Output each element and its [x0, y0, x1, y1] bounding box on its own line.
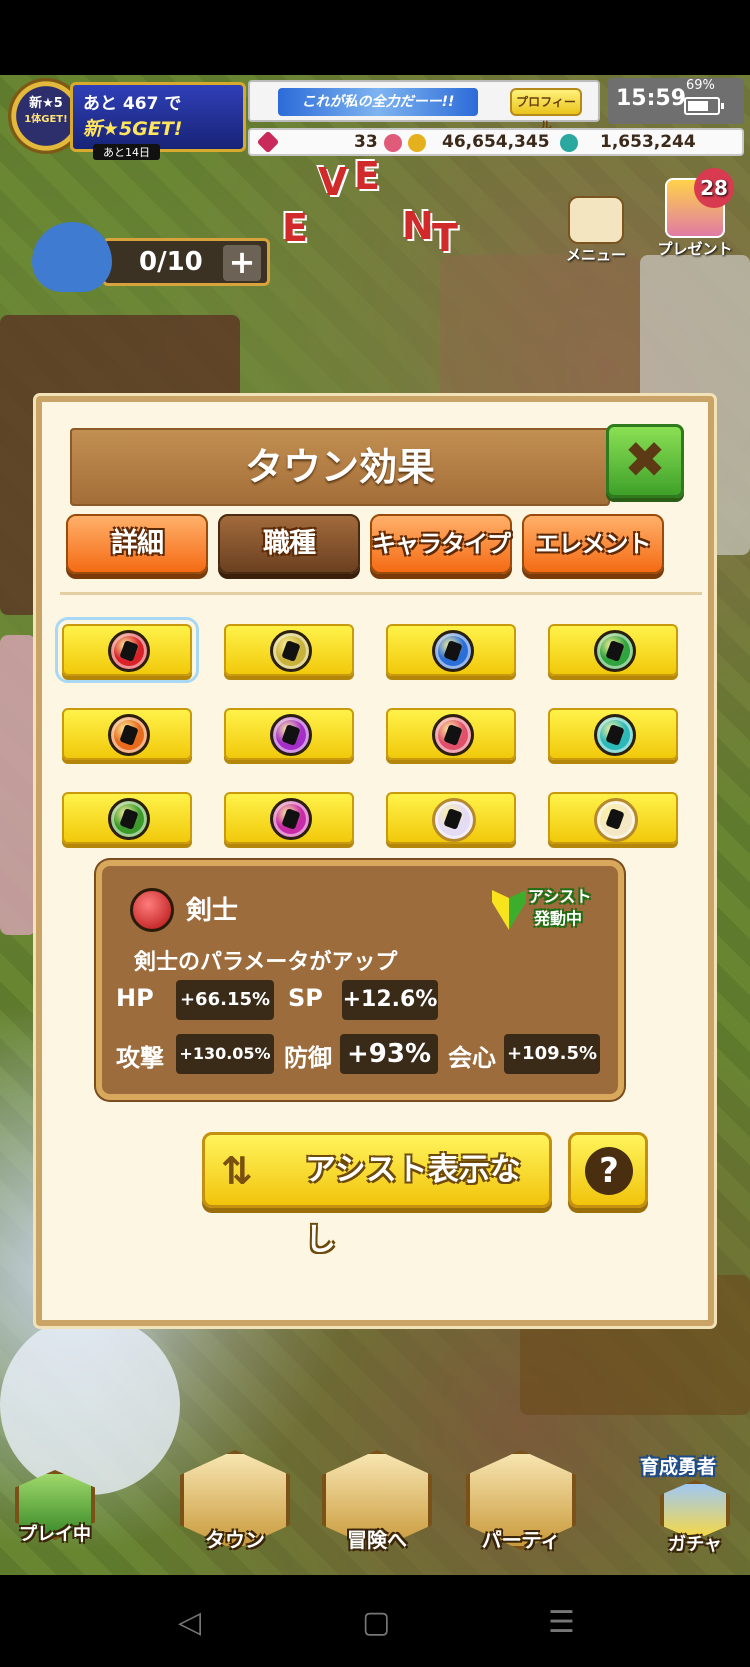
assist-display-toggle-button[interactable]: ⇅ アシスト表示なし: [202, 1132, 552, 1258]
beginner-leaf-icon: [492, 890, 526, 930]
hp-value: +66.15%: [176, 980, 274, 1020]
sword-icon: [130, 888, 174, 932]
stamina-widget: 0/10 +: [32, 222, 272, 292]
menu-button[interactable]: メニュー: [556, 196, 636, 266]
sp-value: +12.6%: [342, 980, 438, 1020]
attack-value: +130.05%: [176, 1034, 274, 1074]
critical-value: +109.5%: [504, 1034, 600, 1074]
job-filter-button[interactable]: [386, 792, 516, 844]
divider: [60, 592, 702, 595]
drop-icon: [560, 134, 578, 152]
sp-label: SP: [288, 984, 323, 1012]
town-effect-dialog: タウン効果 ✖ 詳細 職種 キャラタイプ エレメント 剣士 アシスト 発動中 剣…: [36, 396, 714, 1326]
job-name: 剣士: [186, 896, 239, 926]
mascot-icon: [32, 222, 112, 292]
job-info-panel: 剣士 アシスト 発動中 剣士のパラメータがアップ HP +66.15% SP +…: [96, 860, 624, 1100]
tab-char-type[interactable]: キャラタイプ: [370, 514, 512, 574]
back-icon[interactable]: ◁: [178, 1605, 201, 1640]
event-sign[interactable]: E V E N T: [282, 154, 482, 290]
job-filter-button[interactable]: [386, 708, 516, 760]
wing-icon: [594, 714, 636, 756]
bow-icon: [108, 714, 150, 756]
question-icon: ?: [585, 1147, 633, 1195]
defense-value: +93%: [340, 1034, 438, 1074]
spear-icon: [594, 630, 636, 672]
job-filter-button[interactable]: [224, 624, 354, 676]
event-letter: T: [432, 216, 458, 260]
assist-active-badge: アシスト 発動中: [492, 886, 600, 936]
dual-blade-icon: [432, 714, 474, 756]
nav-town[interactable]: タウン: [170, 1450, 300, 1570]
job-filter-button[interactable]: [548, 792, 678, 844]
job-description: 剣士のパラメータがアップ: [134, 950, 398, 975]
status-clock: 15:59 69%: [608, 78, 744, 124]
nav-play[interactable]: プレイ中: [0, 1470, 110, 1590]
secret-mark-icon: [594, 798, 638, 842]
ikusei-yusha-banner[interactable]: 育成勇者: [640, 1452, 716, 1479]
gem-icon: [256, 130, 280, 154]
tab-element[interactable]: エレメント: [522, 514, 664, 574]
job-filter-button[interactable]: [224, 792, 354, 844]
profile-button[interactable]: プロフィール: [510, 88, 582, 133]
bottom-navigation: プレイ中 タウン 冒険へ パーティ ガチャ 育成勇者: [0, 1450, 750, 1575]
job-filter-button[interactable]: [548, 624, 678, 676]
present-count-badge: 28: [694, 168, 734, 208]
home-icon[interactable]: ▢: [362, 1605, 390, 1640]
dialog-title: タウン効果: [70, 428, 610, 506]
critical-label: 会心: [448, 1044, 496, 1072]
hp-label: HP: [116, 984, 154, 1012]
tab-job[interactable]: 職種: [218, 514, 360, 574]
defense-label: 防御: [284, 1044, 332, 1072]
special-mark-icon: [432, 798, 476, 842]
profile-message: これが私の全力だーー!!: [278, 88, 478, 116]
staff-icon: [270, 714, 312, 756]
axe-icon: [432, 630, 474, 672]
currency-bar: 33 46,654,345 1,653,244: [248, 128, 744, 156]
swap-arrows-icon: ⇅: [221, 1149, 253, 1193]
tab-detail[interactable]: 詳細: [66, 514, 208, 574]
coin-count: 46,654,345: [442, 132, 550, 152]
gacha-progress-widget[interactable]: 新★5 1体GET! あと 467 で 新★5GET! あと14日: [8, 78, 246, 160]
event-letter: E: [354, 154, 380, 198]
clock-time: 15:59: [616, 86, 687, 111]
close-button[interactable]: ✖: [606, 424, 684, 498]
stamina-count: 0/10: [139, 247, 203, 277]
gacha-countdown-banner[interactable]: あと 467 で 新★5GET! あと14日: [70, 82, 246, 160]
help-button[interactable]: ?: [568, 1132, 648, 1208]
battery-icon: [684, 97, 724, 115]
job-filter-button[interactable]: [548, 708, 678, 760]
claw-icon: [108, 798, 150, 840]
job-filter-button[interactable]: [62, 708, 192, 760]
sword-icon: [108, 630, 150, 672]
profile-bar: これが私の全力だーー!! プロフィール: [248, 80, 600, 133]
event-letter: E: [282, 206, 308, 250]
system-navigation-bar: ◁ ▢ ☰: [0, 1575, 750, 1667]
nav-party[interactable]: パーティ: [456, 1450, 586, 1570]
scroll-icon: [568, 196, 624, 244]
job-filter-button[interactable]: [224, 708, 354, 760]
job-filter-button[interactable]: [386, 624, 516, 676]
coin-icon: [408, 134, 426, 152]
job-filter-button[interactable]: [62, 792, 192, 844]
present-button[interactable]: プレゼント 28: [650, 168, 740, 266]
tab-bar: 詳細 職種 キャラタイプ エレメント: [66, 514, 696, 578]
recent-apps-icon[interactable]: ☰: [548, 1605, 575, 1640]
battery-percent: 69%: [686, 78, 715, 93]
attack-label: 攻撃: [116, 1044, 164, 1072]
gem-count: 33: [354, 132, 378, 152]
stamina-add-button[interactable]: +: [223, 245, 261, 281]
hammer-icon: [270, 798, 312, 840]
event-letter: V: [318, 160, 348, 204]
event-letter: N: [402, 204, 434, 248]
stamina-bar: 0/10 +: [102, 238, 270, 286]
gem-add-icon[interactable]: [384, 134, 402, 152]
drop-count: 1,653,244: [600, 132, 696, 152]
job-filter-button[interactable]: [55, 617, 199, 683]
nav-adventure[interactable]: 冒険へ: [312, 1450, 442, 1570]
fist-icon: [270, 630, 312, 672]
